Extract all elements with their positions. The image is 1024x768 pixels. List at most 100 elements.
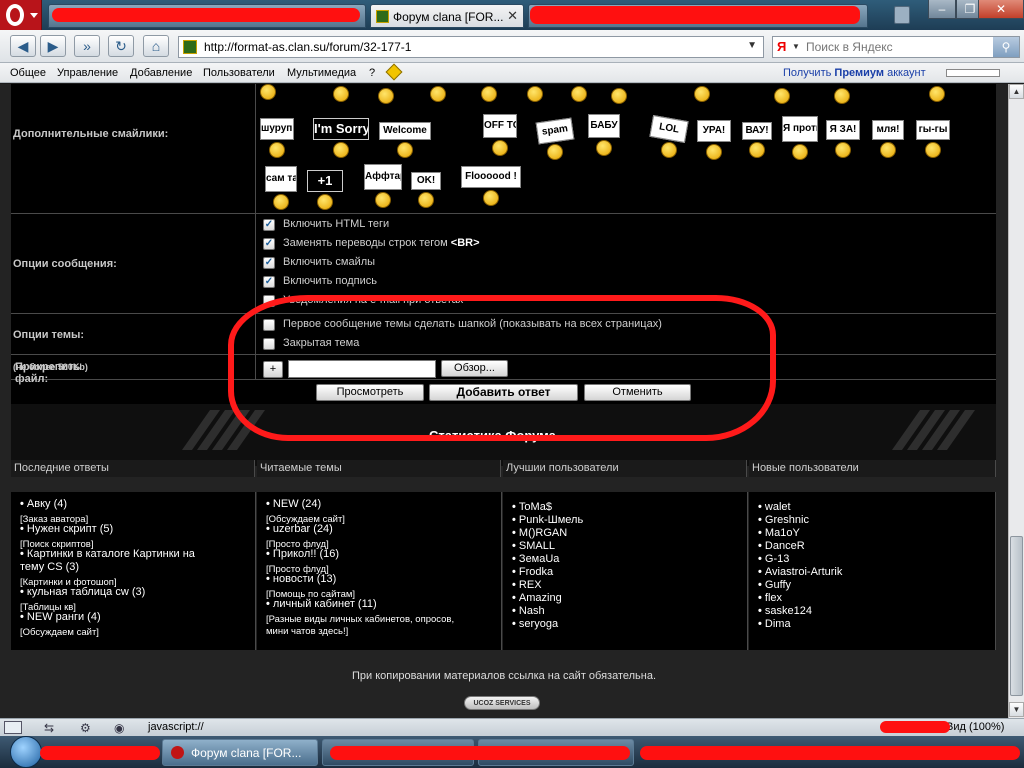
smiley-sign[interactable]: Floooood ! [461, 166, 521, 188]
menu-item-help[interactable]: ? [369, 67, 375, 79]
user-link[interactable]: SMALL [512, 540, 555, 552]
smiley-sign[interactable]: OFF TOPIC! [483, 114, 517, 138]
user-link[interactable]: Greshnic [758, 514, 809, 526]
speed-dial-icon[interactable]: ◉ [114, 721, 124, 735]
user-link[interactable]: DanceR [758, 540, 805, 552]
taskbar-opera-window[interactable]: Форум clana [FOR... [162, 739, 318, 766]
user-link[interactable]: ЗемаUa [512, 553, 560, 565]
smiley-sign[interactable]: Welcome [379, 122, 431, 140]
user-link[interactable]: Aviastroi-Arturik [758, 566, 842, 578]
search-input[interactable] [806, 39, 986, 55]
user-link[interactable]: Frodka [512, 566, 553, 578]
home-button[interactable]: ⌂ [143, 35, 169, 57]
signature-checkbox[interactable]: ✓ [263, 276, 275, 288]
minimize-button[interactable]: – [928, 0, 956, 19]
smiley-sign[interactable]: БАБУ [588, 114, 620, 138]
premium-link[interactable]: Получить Премиум аккаунт [783, 67, 926, 79]
user-link[interactable]: REX [512, 579, 542, 591]
smiley-sign[interactable]: УРА! [697, 120, 731, 142]
user-link[interactable]: Nash [512, 605, 545, 617]
reload-button[interactable]: ↻ [108, 35, 134, 57]
smiley-face-icon[interactable] [527, 86, 543, 102]
user-link[interactable]: Ma1oY [758, 527, 800, 539]
topic-link[interactable]: Авку (4) [20, 498, 67, 510]
user-link[interactable]: flex [758, 592, 782, 604]
close-window-button[interactable]: ✕ [978, 0, 1024, 19]
tab-forum-active[interactable]: Форум clana [FOR... ✕ [370, 4, 524, 28]
smiley-sign[interactable]: шуруп! [260, 118, 294, 140]
search-box[interactable]: Я ▼ ⚲ [772, 36, 1020, 58]
warning-icon[interactable] [385, 63, 403, 81]
smiley-sign[interactable]: Аффтар ЖЖОТ! [364, 164, 402, 190]
smiley-sign[interactable]: мля! [872, 120, 904, 140]
smiley-face-icon[interactable] [378, 88, 394, 104]
smiley-sign[interactable]: сам такой [265, 166, 297, 192]
user-link[interactable]: Punk-Шмель [512, 514, 583, 526]
menu-item-multimedia[interactable]: Мультимедиа [287, 67, 356, 79]
smiley-sign[interactable]: I'm Sorry! [313, 118, 369, 140]
trash-icon[interactable] [894, 6, 910, 24]
panel-toggle-icon[interactable] [4, 721, 22, 734]
user-link[interactable]: walet [758, 501, 791, 513]
turbo-icon[interactable]: ⇆ [44, 721, 54, 735]
address-bar[interactable]: http://format-as.clan.su/forum/32-177-1 … [178, 36, 764, 58]
ucoz-services-badge[interactable]: UCOZ SERVICES [464, 696, 540, 710]
smiley-face-icon[interactable] [694, 86, 710, 102]
user-link[interactable]: ToMa$ [512, 501, 552, 513]
topic-link[interactable]: кульная таблица cw (3) [20, 586, 145, 598]
topic-link[interactable]: Нужен скрипт (5) [20, 523, 113, 535]
topic-link[interactable]: Прикол!! (16) [266, 548, 339, 560]
smiley-sign[interactable]: Я против [782, 116, 818, 142]
smiley-sign[interactable]: гы-гы [916, 120, 950, 140]
forward-button[interactable]: ▶ [40, 35, 66, 57]
user-link[interactable]: Dima [758, 618, 791, 630]
start-button[interactable] [10, 736, 42, 768]
topic-category-continued[interactable]: мини чатов здесь!] [266, 626, 348, 637]
smiley-sign[interactable]: Я ЗА! [826, 120, 860, 140]
topic-link-continued[interactable]: тему CS (3) [20, 561, 79, 573]
topic-link[interactable]: uzerbar (24) [266, 523, 333, 535]
back-button[interactable]: ◀ [10, 35, 36, 57]
scroll-up-icon[interactable]: ▲ [1009, 84, 1024, 99]
topic-link[interactable]: NEW (24) [266, 498, 321, 510]
br-tag-checkbox[interactable]: ✓ [263, 238, 275, 250]
topic-category[interactable]: [Обсуждаем сайт] [20, 627, 99, 638]
menu-item-general[interactable]: Общее [10, 67, 46, 79]
opera-menu-button[interactable] [0, 0, 42, 30]
smiley-face-icon[interactable] [571, 86, 587, 102]
smiley-sign[interactable]: +1 [307, 170, 343, 192]
user-link[interactable]: Guffy [758, 579, 791, 591]
fast-forward-button[interactable]: » [74, 35, 100, 57]
scroll-thumb[interactable] [1010, 536, 1023, 696]
smiley-sign[interactable]: ВАУ! [742, 122, 772, 140]
topic-link[interactable]: NEW ранги (4) [20, 611, 101, 623]
unite-icon[interactable]: ⚙ [80, 721, 91, 735]
smiley-sign[interactable]: OK! [411, 172, 441, 190]
user-link[interactable]: seryoga [512, 618, 558, 630]
search-button[interactable]: ⚲ [993, 37, 1019, 57]
menu-item-add[interactable]: Добавление [130, 67, 192, 79]
smiley-face-icon[interactable] [611, 88, 627, 104]
smiley-face-icon[interactable] [929, 86, 945, 102]
topic-category[interactable]: [Разные виды личных кабинетов, опросов, [266, 614, 454, 625]
smilies-checkbox[interactable]: ✓ [263, 257, 275, 269]
user-link[interactable]: saske124 [758, 605, 812, 617]
scroll-down-icon[interactable]: ▼ [1009, 702, 1024, 717]
menu-item-management[interactable]: Управление [57, 67, 118, 79]
page-scrollbar[interactable]: ▲ ▼ [1008, 84, 1024, 718]
topic-link[interactable]: личный кабинет (11) [266, 598, 377, 610]
tab-close-icon[interactable]: ✕ [507, 8, 518, 24]
html-tags-checkbox[interactable]: ✓ [263, 219, 275, 231]
user-link[interactable]: Amazing [512, 592, 562, 604]
menu-item-users[interactable]: Пользователи [203, 67, 275, 79]
smiley-face-icon[interactable] [481, 86, 497, 102]
user-link[interactable]: M()RGAN [512, 527, 567, 539]
topic-link[interactable]: Картинки в каталоге Картинки на [20, 548, 195, 560]
chevron-down-icon[interactable]: ▼ [747, 40, 757, 51]
smiley-face-icon[interactable] [430, 86, 446, 102]
chevron-down-icon[interactable]: ▼ [792, 42, 800, 51]
smiley-face-icon[interactable] [260, 84, 276, 100]
smiley-face-icon[interactable] [333, 86, 349, 102]
zoom-level[interactable]: Вид (100%) [946, 721, 1004, 733]
smiley-face-icon[interactable] [834, 88, 850, 104]
